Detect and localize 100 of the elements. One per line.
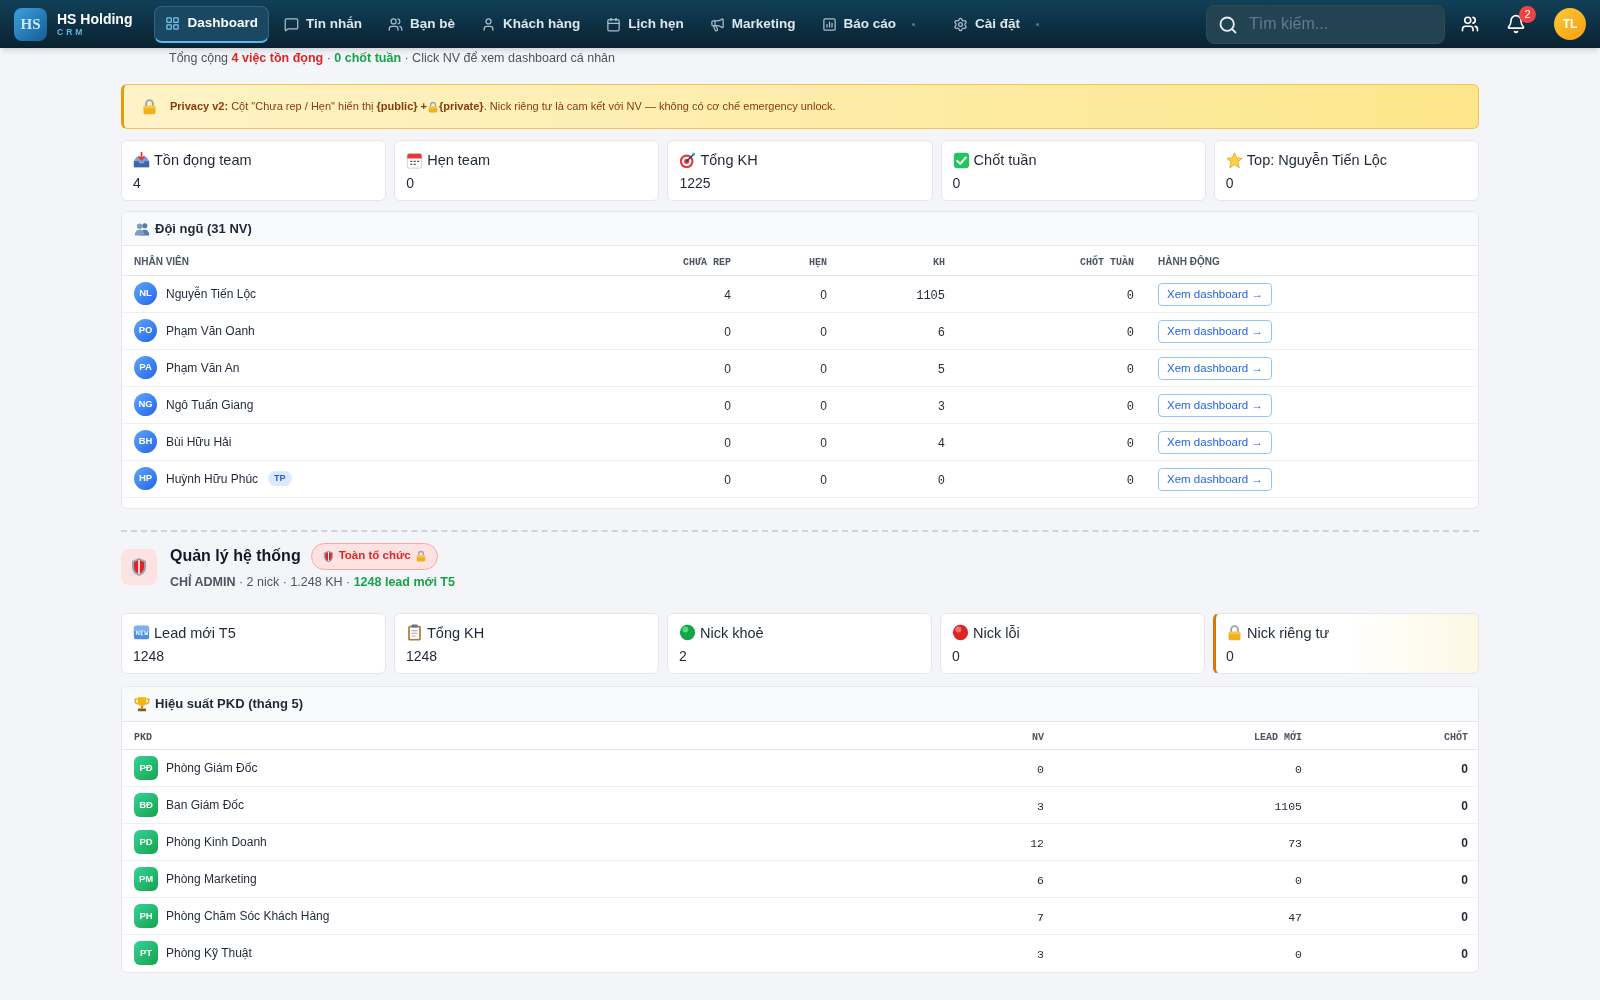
view-dashboard-button[interactable]: Xem dashboard → [1158, 283, 1272, 307]
summary-text: CHỈ ADMIN · 2 nick · 1.248 KH · 1248 lead mới T5 [170, 573, 455, 590]
lock-icon [1226, 624, 1243, 641]
view-dashboard-button[interactable]: Xem dashboard → [1158, 357, 1272, 381]
stat-value: 0 [1225, 174, 1234, 193]
avatar: PA [134, 356, 157, 379]
column-header: LEAD MỚI [1254, 732, 1302, 744]
staff-count: 7 [1037, 911, 1044, 924]
employee-name: Phạm Văn An [166, 359, 240, 377]
employee-name: Bùi Hữu Hải [166, 433, 232, 451]
table-title: Hiệu suất PKD (tháng 5) [155, 694, 304, 713]
employee-name: Ngô Tuấn Giang [166, 396, 254, 414]
closed-count: 0 [1461, 910, 1468, 924]
stat-label: Tồn đọng team [154, 151, 252, 170]
weekly-closed-count: 0 [1126, 325, 1134, 340]
stat-label: Chốt tuần [973, 151, 1037, 170]
grid-icon [165, 16, 181, 31]
notification-count: 2 [1519, 6, 1536, 23]
scope-label: Toàn tổ chức [338, 548, 411, 564]
inbox-tray-icon [133, 151, 150, 169]
stat-label: Nick riêng tư [1247, 623, 1330, 643]
closed-count: 0 [1461, 873, 1468, 887]
unreplied-count: 0 [724, 324, 731, 339]
stat-value: 1225 [679, 174, 711, 193]
closed-count: 0 [1461, 799, 1468, 813]
avatar: NG [134, 393, 157, 416]
customer-count: 4 [937, 436, 945, 451]
calendar-icon [406, 151, 424, 169]
column-header: CHỐT TUẦN [1080, 257, 1134, 269]
unreplied-count: 4 [724, 287, 731, 302]
search-field[interactable]: Tìm kiếm... [1206, 4, 1445, 44]
department-name: Ban Giám Đốc [166, 797, 245, 814]
closed-count: 0 [1461, 947, 1468, 962]
nav-tab[interactable]: Lịch hẹn [595, 5, 695, 43]
stat-value: 1248 [406, 646, 438, 666]
nav-tab[interactable]: Cài đặt [942, 5, 1063, 43]
view-dashboard-button[interactable]: Xem dashboard → [1158, 320, 1272, 344]
search-icon [1218, 14, 1238, 35]
star-icon [1225, 151, 1243, 169]
clipboard-icon [406, 624, 423, 641]
appointment-count: 0 [820, 361, 827, 376]
logo-mark[interactable]: HS [14, 7, 47, 41]
notice-text: Privacy v2: Cột "Chưa rep / Hẹn" hiển thị {public} + [170, 99, 427, 115]
nav-tab[interactable]: Bạn bè [376, 5, 466, 43]
table-title: Đội ngũ (31 NV) [155, 219, 252, 238]
customer-count: 1105 [916, 288, 945, 303]
weekly-closed-count: 0 [1126, 399, 1134, 414]
new-lead-count: 47 [1288, 911, 1302, 924]
department-avatar: PH [134, 904, 158, 928]
department-avatar: BĐ [134, 793, 158, 817]
role-tag: TP [268, 470, 292, 487]
avatar: HP [134, 467, 157, 490]
customer-count: 6 [937, 325, 945, 340]
person-icon [480, 16, 496, 32]
bar-chart-icon [821, 16, 837, 32]
nav-tab[interactable]: Báo cáo [810, 5, 939, 43]
stat-label: Top: Nguyễn Tiến Lộc [1246, 151, 1388, 170]
people-icon [134, 220, 150, 237]
nav-tab[interactable]: Tin nhắn [272, 5, 373, 43]
column-header: PKD [134, 732, 152, 744]
brand-name: HS Holding [57, 11, 133, 27]
notice-text: {private}. Nick riêng tư là cam kết với NV — không có cơ chế emergency unlock. [439, 99, 836, 115]
department-avatar: PĐ [134, 756, 158, 780]
column-header: KH [933, 257, 945, 269]
customer-count: 5 [937, 362, 945, 377]
department-avatar: PD [134, 830, 158, 854]
department-name: Phòng Kinh Doanh [166, 834, 267, 851]
department-name: Phòng Marketing [166, 871, 257, 888]
view-dashboard-button[interactable]: Xem dashboard → [1158, 431, 1272, 455]
trophy-icon [134, 695, 150, 712]
nav-tab[interactable]: Dashboard [154, 5, 269, 43]
customer-count: 0 [937, 473, 945, 488]
stat-value: 0 [1226, 646, 1234, 666]
view-dashboard-button[interactable]: Xem dashboard → [1158, 468, 1272, 492]
weekly-closed-count: 0 [1126, 473, 1134, 488]
new-lead-count: 0 [1295, 763, 1302, 776]
column-header: CHỐT [1444, 732, 1468, 744]
department-avatar: PT [134, 941, 158, 966]
view-dashboard-button[interactable]: Xem dashboard → [1158, 394, 1272, 418]
stat-label: Tổng KH [700, 151, 758, 170]
column-header: HÀNH ĐỘNG [1158, 256, 1220, 268]
nav-tab[interactable]: Marketing [698, 5, 807, 43]
stat-value: 1248 [133, 646, 165, 666]
appointment-count: 0 [820, 324, 827, 339]
department-name: Phòng Giám Đốc [166, 760, 258, 777]
stat-label: Lead mới T5 [154, 623, 236, 643]
weekly-closed-count: 0 [1126, 362, 1134, 377]
new-lead-count: 73 [1288, 837, 1302, 850]
staff-count: 6 [1037, 874, 1044, 887]
lock-icon [141, 98, 158, 115]
avatar: PO [134, 319, 157, 342]
new-lead-count: 0 [1295, 874, 1302, 887]
column-header: NHÂN VIÊN [134, 256, 189, 268]
staff-count: 3 [1037, 800, 1044, 813]
closed-count: 0 [1461, 762, 1468, 776]
nav-tab[interactable]: Khách hàng [469, 5, 592, 43]
stat-value: 0 [952, 646, 960, 666]
employee-name: Huỳnh Hữu Phúc [166, 470, 259, 488]
shield-icon [321, 549, 335, 563]
employee-name: Phạm Văn Oanh [166, 322, 255, 340]
